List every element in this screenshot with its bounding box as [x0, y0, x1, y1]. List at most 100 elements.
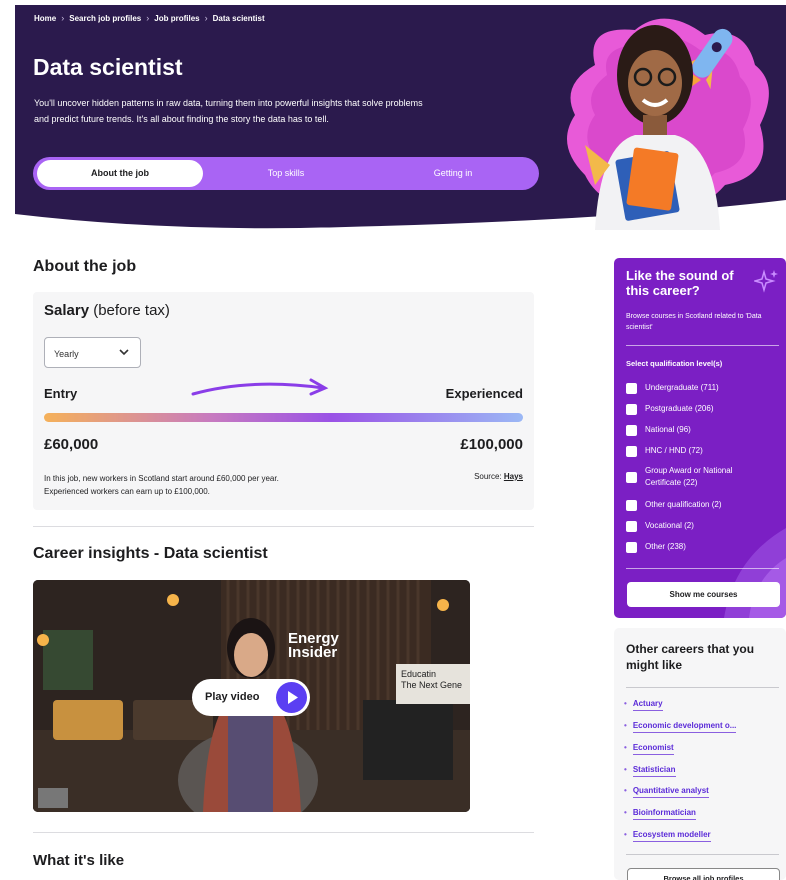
qualification-option[interactable]: Group Award or National Certificate (22) [626, 465, 766, 489]
qualification-label: Other (238) [645, 542, 686, 551]
breadcrumb-job-profiles[interactable]: Job profiles [154, 14, 199, 23]
career-insights-heading: Career insights - Data scientist [33, 545, 268, 563]
like-career-title: Like the sound of this career? [626, 268, 734, 298]
salary-source: Source: Hays [474, 472, 523, 481]
salary-card: Salary (before tax) Yearly Entry Experie… [33, 292, 534, 510]
breadcrumb-current: Data scientist [212, 13, 265, 23]
scientist-illustration [567, 18, 769, 230]
tab-top-skills[interactable]: Top skills [233, 160, 339, 187]
qualification-label: HNC / HND (72) [645, 446, 703, 455]
qualification-option[interactable]: Vocational (2) [626, 520, 694, 532]
experienced-salary: £100,000 [460, 436, 523, 453]
bullet-icon: • [624, 808, 627, 817]
hero-banner: Home › Search job profiles › Job profile… [0, 0, 786, 235]
play-video-label: Play video [205, 691, 260, 703]
career-video[interactable]: Energy Insider Educatin The Next Gene Pl… [33, 580, 470, 812]
about-job-heading: About the job [33, 258, 137, 275]
qualification-option[interactable]: Other (238) [626, 541, 686, 553]
bullet-icon: • [624, 699, 627, 708]
play-video-button[interactable]: Play video [192, 679, 310, 716]
checkbox[interactable] [626, 446, 637, 457]
video-background-sign: Educatin The Next Gene [396, 664, 470, 704]
salary-title-suffix: (before tax) [89, 302, 170, 319]
qualification-level-label: Select qualification level(s) [626, 359, 723, 368]
breadcrumb-home[interactable]: Home [34, 14, 56, 23]
checkbox[interactable] [626, 425, 637, 436]
checkbox[interactable] [626, 472, 637, 483]
qualification-option[interactable]: Other qualification (2) [626, 499, 721, 511]
career-link-ecosystem-modeller[interactable]: • Ecosystem modeller [624, 830, 711, 842]
breadcrumb-search[interactable]: Search job profiles [69, 14, 141, 23]
breadcrumb: Home › Search job profiles › Job profile… [34, 13, 265, 23]
qualification-label: Vocational (2) [645, 521, 694, 530]
career-link-economic-development[interactable]: • Economic development o... [624, 721, 737, 733]
checkbox[interactable] [626, 521, 637, 532]
other-careers-card: Other careers that you might like • Actua… [614, 628, 786, 880]
page-title: Data scientist [33, 54, 183, 80]
qualification-label: Postgraduate (206) [645, 404, 714, 413]
qualification-option[interactable]: National (96) [626, 424, 691, 436]
tab-getting-in[interactable]: Getting in [403, 160, 503, 187]
show-courses-button[interactable]: Show me courses [627, 582, 780, 607]
energy-insider-logo: Energy Insider [288, 631, 339, 661]
qualification-label: Group Award or National Certificate (22) [645, 466, 733, 487]
hero-description: You'll uncover hidden patterns in raw da… [34, 98, 423, 124]
logo-line2: Insider [288, 644, 338, 661]
chevron-down-icon [119, 349, 129, 356]
sign-line2: The Next Gene [401, 680, 463, 690]
career-link-quantitative-analyst[interactable]: • Quantitative analyst [624, 786, 709, 798]
salary-period-value: Yearly [54, 349, 79, 359]
bullet-icon: • [624, 743, 627, 752]
entry-salary: £60,000 [44, 436, 99, 453]
source-link[interactable]: Hays [504, 472, 523, 481]
sign-line1: Educatin [401, 669, 437, 679]
qualification-option[interactable]: Postgraduate (206) [626, 403, 714, 415]
qualification-label: National (96) [645, 425, 691, 434]
tab-about-the-job[interactable]: About the job [37, 160, 203, 187]
bullet-icon: • [624, 830, 627, 839]
arrow-right-icon [191, 378, 329, 396]
salary-range-bar [44, 413, 523, 422]
breadcrumb-chevron-icon: › [146, 13, 150, 23]
career-link-statistician[interactable]: • Statistician [624, 765, 676, 777]
bullet-icon: • [624, 721, 627, 730]
breadcrumb-chevron-icon: › [204, 13, 208, 23]
section-divider [33, 832, 534, 833]
insights-job: Data scientist [163, 545, 268, 562]
what-its-like-heading: What it's like [33, 852, 125, 869]
checkbox[interactable] [626, 383, 637, 394]
course-search-card: Like the sound of this career? Browse co… [614, 258, 786, 618]
checkbox[interactable] [626, 500, 637, 511]
section-divider [33, 526, 534, 527]
bullet-icon: • [624, 765, 627, 774]
bullet-icon: • [624, 786, 627, 795]
browse-job-profiles-button[interactable]: Browse all job profiles [627, 868, 780, 880]
card-divider [626, 345, 779, 346]
checkbox[interactable] [626, 542, 637, 553]
card-divider [626, 687, 779, 688]
salary-title: Salary (before tax) [44, 302, 170, 319]
checkbox[interactable] [626, 404, 637, 415]
career-link-actuary[interactable]: • Actuary [624, 699, 663, 711]
insights-prefix: Career insights - [33, 545, 164, 562]
qualification-label: Undergraduate (711) [645, 383, 719, 392]
entry-label: Entry [44, 386, 78, 401]
career-link-economist[interactable]: • Economist [624, 743, 674, 755]
play-icon [276, 682, 307, 713]
salary-period-select[interactable]: Yearly [44, 337, 141, 368]
qualification-option[interactable]: HNC / HND (72) [626, 445, 703, 457]
salary-title-bold: Salary [44, 302, 90, 319]
qualification-option[interactable]: Undergraduate (711) [626, 382, 719, 394]
like-career-subtitle: Browse courses in Scotland related to 'D… [626, 313, 762, 331]
card-divider [626, 568, 779, 569]
breadcrumb-chevron-icon: › [61, 13, 65, 23]
other-careers-title: Other careers that you might like [626, 642, 755, 672]
experienced-label: Experienced [445, 386, 523, 401]
card-divider [626, 854, 779, 855]
salary-note: In this job, new workers in Scotland sta… [44, 474, 279, 496]
source-label: Source: [474, 472, 502, 481]
sparkle-icon [754, 269, 778, 293]
section-tabs: About the job Top skills Getting in [33, 157, 539, 190]
qualification-label: Other qualification (2) [645, 500, 722, 509]
career-link-bioinformatician[interactable]: • Bioinformatician [624, 808, 696, 820]
